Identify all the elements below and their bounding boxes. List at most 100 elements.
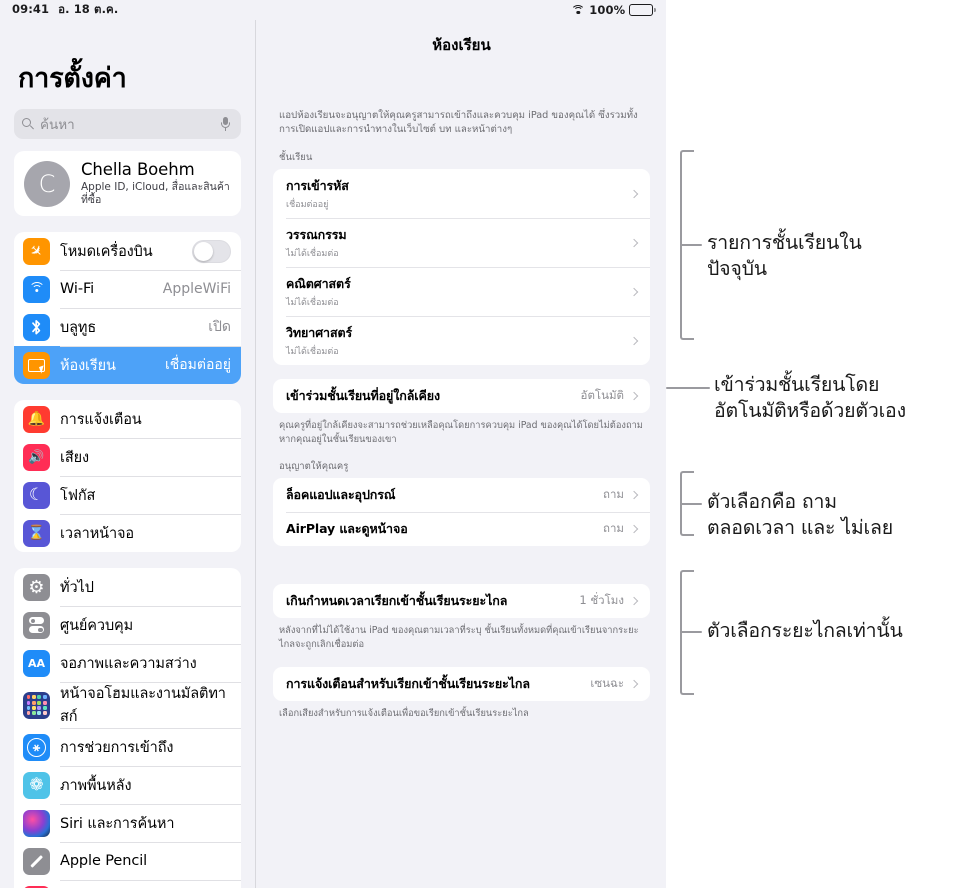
sidebar-item-notifications[interactable]: การแจ้งเตือน <box>14 400 241 438</box>
sidebar-item-control-center[interactable]: ศูนย์ควบคุม <box>14 606 241 644</box>
class-status: ไม่ได้เชื่อมต่อ <box>286 249 339 260</box>
sidebar-item-touch-id[interactable]: Touch ID และรหัส <box>14 880 241 888</box>
alert-sound-info: การแจ้งเตือนสำหรับเรียกเข้าชั้นเรียนระยะ… <box>286 674 590 694</box>
nearby-footnote: คุณครูที่อยู่ใกล้เคียงจะสามารถช่วยเหลือค… <box>279 420 643 445</box>
sidebar-item-label: จอภาพและความสว่าง <box>60 655 197 672</box>
permission-title: AirPlay และดูหน้าจอ <box>286 521 408 537</box>
account-row[interactable]: C Chella Boehm Apple ID, iCloud, สื่อและ… <box>14 151 241 216</box>
sidebar-item-airplane-mode[interactable]: โหมดเครื่องบิน <box>14 232 241 270</box>
timeout-value: 1 ชั่วโมง <box>579 593 624 608</box>
permission-title: ล็อคแอปและอุปกรณ์ <box>286 487 396 503</box>
permission-row-airplay[interactable]: AirPlay และดูหน้าจอ ถาม <box>273 512 650 546</box>
sidebar-group-connectivity: โหมดเครื่องบิน Wi-Fi AppleWiFi บลูทูธ <box>14 232 241 385</box>
account-card[interactable]: C Chella Boehm Apple ID, iCloud, สื่อและ… <box>14 151 241 217</box>
sidebar-item-wallpaper[interactable]: ภาพพื้นหลัง <box>14 766 241 804</box>
page-title: การตั้งค่า <box>18 63 127 94</box>
nearby-value: อัตโนมัติ <box>580 388 624 403</box>
class-name: วรรณกรรม <box>286 227 347 243</box>
permissions-card: ล็อคแอปและอุปกรณ์ ถาม AirPlay และดูหน้าจ… <box>273 478 650 547</box>
wifi-icon <box>23 275 50 303</box>
bluetooth-value: เปิด <box>208 319 231 336</box>
annotation-tick <box>666 387 710 389</box>
status-bar-left: 09:41 อ. 18 ต.ค. <box>12 1 118 19</box>
status-date: อ. 18 ต.ค. <box>58 2 119 16</box>
airplane-mode-toggle[interactable] <box>192 239 231 263</box>
wifi-value: AppleWiFi <box>162 281 231 298</box>
sidebar-item-accessibility[interactable]: ⚹ การช่วยการเข้าถึง <box>14 728 241 766</box>
sidebar-item-focus[interactable]: โฟกัส <box>14 476 241 514</box>
sidebar-item-label: ทั่วไป <box>60 579 94 596</box>
class-row[interactable]: คณิตศาสตร์ ไม่ได้เชื่อมต่อ <box>273 267 650 316</box>
permission-row-lock-apps[interactable]: ล็อคแอปและอุปกรณ์ ถาม <box>273 478 650 512</box>
join-nearby-class-row[interactable]: เข้าร่วมชั้นเรียนที่อยู่ใกล้เคียง อัตโนม… <box>273 379 650 413</box>
sidebar-item-bluetooth[interactable]: บลูทูธ เปิด <box>14 308 241 346</box>
class-row[interactable]: วิทยาศาสตร์ ไม่ได้เชื่อมต่อ <box>273 316 650 365</box>
chevron-right-icon <box>629 189 639 198</box>
chevron-right-icon <box>629 490 639 500</box>
sidebar-group-alerts: การแจ้งเตือน เสียง โฟกัส เวลาหน้าจอ <box>14 400 241 553</box>
chevron-right-icon <box>629 524 639 534</box>
remote-timeout-row[interactable]: เกินกำหนดเวลาเรียกเข้าชั้นเรียนระยะไกล 1… <box>273 584 650 618</box>
sidebar-item-display-brightness[interactable]: AA จอภาพและความสว่าง <box>14 644 241 682</box>
classroom-value: เชื่อมต่ออยู่ <box>164 357 231 374</box>
search-placeholder: ค้นหา <box>40 117 75 133</box>
sidebar-item-label: โฟกัส <box>60 487 96 504</box>
battery-percent-label: 100% <box>589 3 626 17</box>
timeout-title: เกินกำหนดเวลาเรียกเข้าชั้นเรียนระยะไกล <box>286 593 508 609</box>
sidebar-item-label: ศูนย์ควบคุม <box>60 617 134 634</box>
battery-full-icon <box>629 4 656 16</box>
permissions-group-header: อนุญาตให้คุณครู <box>279 461 349 473</box>
sidebar-item-sounds[interactable]: เสียง <box>14 438 241 476</box>
timeout-footnote: หลังจากที่ไม่ได้ใช้งาน iPad ของคุณตามเวล… <box>279 625 639 650</box>
class-name: การเข้ารหัส <box>286 178 349 194</box>
alert-sound-value: เซนฉะ <box>590 676 624 690</box>
nearby-info: เข้าร่วมชั้นเรียนที่อยู่ใกล้เคียง <box>286 386 581 406</box>
sidebar-item-label: เสียง <box>60 449 89 466</box>
class-name: คณิตศาสตร์ <box>286 276 351 292</box>
avatar: C <box>24 160 70 207</box>
sidebar-item-siri-search[interactable]: Siri และการค้นหา <box>14 804 241 842</box>
nearby-class-card: เข้าร่วมชั้นเรียนที่อยู่ใกล้เคียง อัตโนม… <box>273 379 650 414</box>
annotation-text: เข้าร่วมชั้นเรียนโดย อัตโนมัติหรือด้วยตั… <box>714 373 906 422</box>
screenshot-root: 09:41 อ. 18 ต.ค. 100% การตั้งค่า ค้นหา C… <box>0 0 976 888</box>
timeout-info: เกินกำหนดเวลาเรียกเข้าชั้นเรียนระยะไกล <box>286 591 579 611</box>
display-aa-icon: AA <box>23 649 50 677</box>
permission-value: ถาม <box>602 521 624 536</box>
classes-group-header: ชั้นเรียน <box>279 152 313 164</box>
hourglass-icon <box>23 519 50 547</box>
detail-description: แอปห้องเรียนจะอนุญาตให้คุณครูสามารถเข้าถ… <box>279 110 638 136</box>
chevron-right-icon <box>629 287 639 296</box>
remote-alert-sound-row[interactable]: การแจ้งเตือนสำหรับเรียกเข้าชั้นเรียนระยะ… <box>273 667 650 701</box>
sidebar-item-apple-pencil[interactable]: Apple Pencil <box>14 842 241 880</box>
alert-sound-title: การแจ้งเตือนสำหรับเรียกเข้าชั้นเรียนระยะ… <box>286 676 530 691</box>
gear-icon <box>23 573 50 601</box>
annotation-tick <box>680 503 702 505</box>
class-row[interactable]: วรรณกรรม ไม่ได้เชื่อมต่อ <box>273 218 650 267</box>
sidebar-item-classroom[interactable]: ห้องเรียน เชื่อมต่ออยู่ <box>14 346 241 385</box>
timeout-card: เกินกำหนดเวลาเรียกเข้าชั้นเรียนระยะไกล 1… <box>273 584 650 619</box>
settings-sidebar[interactable]: การตั้งค่า ค้นหา C Chella Boehm Apple ID… <box>0 20 256 888</box>
sidebar-item-general[interactable]: ทั่วไป <box>14 568 241 606</box>
home-screen-grid-icon <box>23 691 50 719</box>
microphone-icon[interactable] <box>220 116 231 132</box>
search-container: ค้นหา <box>0 109 255 151</box>
sidebar-item-wifi[interactable]: Wi-Fi AppleWiFi <box>14 270 241 308</box>
status-bar: 09:41 อ. 18 ต.ค. 100% <box>0 0 666 20</box>
account-subtitle: Apple ID, iCloud, สื่อและสินค้าที่ซื้อ <box>81 181 230 207</box>
class-status: ไม่ได้เชื่อมต่อ <box>286 298 339 309</box>
sidebar-item-home-screen[interactable]: หน้าจอโฮมและงานมัลติทาสก์ <box>14 682 241 728</box>
apple-pencil-icon <box>23 847 50 875</box>
class-name: วิทยาศาสตร์ <box>286 325 353 341</box>
status-bar-right: 100% <box>571 3 656 17</box>
class-row[interactable]: การเข้ารหัส เชื่อมต่ออยู่ <box>273 169 650 218</box>
annotation-layer: รายการชั้นเรียนใน ปัจจุบัน เข้าร่วมชั้นเ… <box>666 0 976 888</box>
classroom-icon <box>23 351 50 379</box>
search-input[interactable]: ค้นหา <box>14 109 241 139</box>
chevron-right-icon <box>629 336 639 345</box>
siri-icon <box>23 809 50 837</box>
sidebar-item-screen-time[interactable]: เวลาหน้าจอ <box>14 514 241 552</box>
chevron-right-icon <box>629 391 639 401</box>
moon-icon <box>23 481 50 509</box>
